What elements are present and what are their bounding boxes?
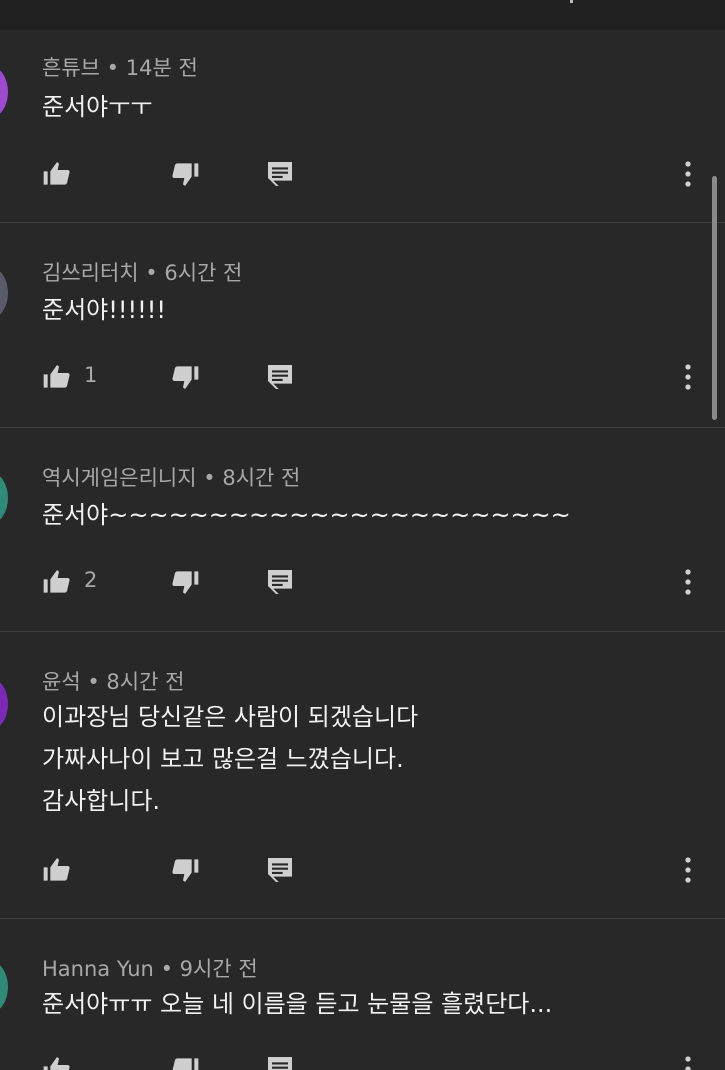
comment-item: 흔튜브 • 14분 전 준서야ㅜㅜ	[0, 30, 725, 223]
meta-separator: •	[87, 670, 100, 694]
top-bar-fragment	[570, 0, 573, 3]
like-button[interactable]	[37, 1049, 77, 1070]
thumb-down-icon	[172, 859, 199, 882]
avatar[interactable]	[0, 267, 8, 319]
comment-line: 준서야ㅠㅠ 오늘 네 이름을 듣고 눈물을 흘렸단다...	[42, 990, 553, 1018]
meta-separator: •	[145, 261, 158, 285]
like-count: 2	[84, 568, 98, 592]
comment-icon	[268, 365, 292, 389]
reply-button[interactable]	[260, 357, 300, 397]
comment-icon	[268, 570, 292, 594]
meta-separator: •	[203, 466, 216, 490]
more-vertical-icon	[685, 569, 691, 595]
more-vertical-icon	[685, 161, 691, 187]
like-button[interactable]	[37, 154, 77, 194]
meta-separator: •	[160, 957, 173, 981]
comment-actions	[0, 1049, 725, 1070]
comment-item: 윤석 • 8시간 전 이과장님 당신같은 사람이 되겠습니다 가짜사나이 보고 …	[0, 632, 725, 919]
thumb-up-icon	[43, 1057, 70, 1070]
more-options-button[interactable]	[668, 562, 708, 602]
comment-time: 6시간 전	[164, 261, 243, 285]
comment-meta: 윤석 • 8시간 전	[42, 666, 184, 696]
more-options-button[interactable]	[668, 154, 708, 194]
comment-actions	[0, 154, 725, 194]
scrollbar-thumb[interactable]	[712, 176, 717, 420]
comment-line: 준서야ㅜㅜ	[42, 93, 153, 121]
comment-item: Hanna Yun • 9시간 전 준서야ㅠㅠ 오늘 네 이름을 듣고 눈물을 …	[0, 919, 725, 1070]
comment-text: 준서야~~~~~~~~~~~~~~~~~~~~~~~	[42, 494, 571, 536]
dislike-button[interactable]	[165, 154, 205, 194]
comment-author[interactable]: 흔튜브	[42, 56, 100, 80]
comment-line: 준서야!!!!!!	[42, 296, 166, 324]
more-options-button[interactable]	[668, 850, 708, 890]
thumb-up-icon	[43, 858, 70, 881]
more-options-button[interactable]	[668, 1049, 708, 1070]
comment-time: 8시간 전	[222, 466, 301, 490]
comment-icon	[268, 858, 292, 882]
avatar[interactable]	[0, 961, 8, 1013]
thumb-up-icon	[43, 570, 70, 593]
thumb-down-icon	[172, 163, 199, 186]
thumb-down-icon	[172, 366, 199, 389]
comment-meta: 김쓰리터치 • 6시간 전	[42, 257, 242, 287]
comment-time: 9시간 전	[179, 957, 258, 981]
comment-item: 역시게임은리니지 • 8시간 전 준서야~~~~~~~~~~~~~~~~~~~~…	[0, 428, 725, 632]
reply-button[interactable]	[260, 154, 300, 194]
reply-button[interactable]	[260, 562, 300, 602]
comment-author[interactable]: 윤석	[42, 670, 81, 694]
like-button[interactable]	[37, 562, 77, 602]
dislike-button[interactable]	[165, 562, 205, 602]
top-bar	[0, 0, 725, 30]
dislike-button[interactable]	[165, 850, 205, 890]
thumb-up-icon	[43, 365, 70, 388]
more-vertical-icon	[685, 857, 691, 883]
thumb-up-icon	[43, 162, 70, 185]
thumb-down-icon	[172, 571, 199, 594]
thumb-down-icon	[172, 1058, 199, 1070]
comment-meta: Hanna Yun • 9시간 전	[42, 953, 258, 983]
comment-text: 준서야ㅠㅠ 오늘 네 이름을 듣고 눈물을 흘렸단다...	[42, 983, 552, 1025]
comment-actions: 1	[0, 357, 725, 397]
comment-time: 14분 전	[125, 56, 198, 80]
comment-item: 김쓰리터치 • 6시간 전 준서야!!!!!! 1	[0, 223, 725, 428]
comment-actions	[0, 850, 725, 890]
comment-line: 가짜사나이 보고 많은걸 느꼈습니다.	[42, 745, 404, 773]
more-vertical-icon	[685, 1056, 691, 1070]
like-button[interactable]	[37, 850, 77, 890]
comment-line: 감사합니다.	[42, 787, 161, 815]
comment-author[interactable]: Hanna Yun	[42, 957, 154, 981]
comment-text: 이과장님 당신같은 사람이 되겠습니다 가짜사나이 보고 많은걸 느꼈습니다. …	[42, 696, 418, 822]
dislike-button[interactable]	[165, 357, 205, 397]
comment-author[interactable]: 역시게임은리니지	[42, 466, 197, 490]
avatar[interactable]	[0, 472, 8, 524]
comment-meta: 흔튜브 • 14분 전	[42, 52, 198, 82]
comment-author[interactable]: 김쓰리터치	[42, 261, 139, 285]
comment-icon	[268, 1057, 292, 1070]
more-vertical-icon	[685, 364, 691, 390]
reply-button[interactable]	[260, 850, 300, 890]
comment-icon	[268, 162, 292, 186]
reply-button[interactable]	[260, 1049, 300, 1070]
like-button[interactable]	[37, 357, 77, 397]
like-count: 1	[84, 363, 98, 387]
comment-line: 이과장님 당신같은 사람이 되겠습니다	[42, 703, 419, 731]
comment-time: 8시간 전	[106, 670, 185, 694]
dislike-button[interactable]	[165, 1049, 205, 1070]
more-options-button[interactable]	[668, 357, 708, 397]
avatar[interactable]	[0, 678, 8, 730]
comment-text: 준서야!!!!!!	[42, 289, 166, 331]
comment-line: 준서야~~~~~~~~~~~~~~~~~~~~~~~	[42, 501, 571, 529]
avatar[interactable]	[0, 66, 8, 118]
comment-actions: 2	[0, 562, 725, 602]
comment-meta: 역시게임은리니지 • 8시간 전	[42, 462, 300, 492]
comment-text: 준서야ㅜㅜ	[42, 86, 152, 128]
meta-separator: •	[106, 56, 120, 80]
